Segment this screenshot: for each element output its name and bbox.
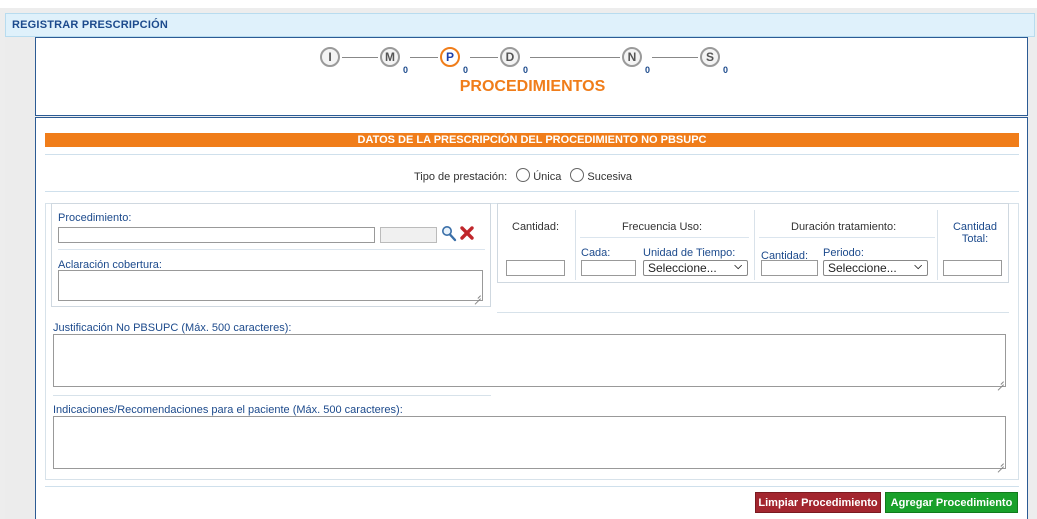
steps-panel: I M 0 P 0 D 0 N 0 S 0 PROCEDIMIENTOS: [35, 37, 1028, 116]
step-i[interactable]: I: [320, 47, 340, 67]
step-m-count: 0: [403, 65, 409, 75]
cantidad-label: Cantidad:: [512, 221, 560, 233]
step-connector: [470, 57, 498, 58]
step-m[interactable]: M: [380, 47, 400, 67]
unidad-tiempo-select[interactable]: Seleccione... ⌵: [643, 260, 748, 276]
step-d[interactable]: D: [500, 47, 520, 67]
delete-x-icon[interactable]: [459, 225, 475, 241]
resize-grip-icon[interactable]: [997, 460, 1004, 467]
radio-unica-label: Única: [533, 171, 562, 183]
periodo-label: Periodo:: [823, 247, 864, 259]
step-d-count: 0: [523, 65, 529, 75]
aclaracion-textarea[interactable]: [58, 270, 483, 301]
section-title: DATOS DE LA PRESCRIPCIÓN DEL PROCEDIMIEN…: [45, 133, 1019, 147]
procedimiento-input[interactable]: [58, 227, 375, 243]
divider: [497, 312, 1009, 313]
column-separator: [937, 210, 938, 280]
divider: [580, 237, 749, 238]
step-p[interactable]: P: [440, 47, 460, 67]
page-title: REGISTRAR PRESCRIPCIÓN: [12, 19, 168, 31]
cada-label: Cada:: [581, 247, 611, 259]
radio-sucesiva[interactable]: [570, 168, 585, 182]
periodo-select[interactable]: Seleccione... ⌵: [823, 260, 928, 276]
justificacion-textarea[interactable]: [53, 334, 1006, 387]
divider: [45, 154, 1019, 155]
tipo-prestacion-group: Tipo de prestación: Única Sucesiva: [414, 168, 632, 183]
frecuencia-box: Cantidad: Frecuencia Uso: Cada: Unidad d…: [497, 203, 1009, 283]
periodo-value: Seleccione...: [828, 261, 897, 275]
page-header: REGISTRAR PRESCRIPCIÓN: [5, 13, 1035, 37]
step-connector: [530, 57, 620, 58]
step-connector: [410, 57, 438, 58]
divider: [53, 395, 491, 396]
procedimiento-code-input[interactable]: [380, 227, 437, 243]
cantidad-total-label: Cantidad Total:: [952, 221, 998, 245]
chevron-down-icon: ⌵: [734, 261, 742, 272]
cantidad-total-input[interactable]: [943, 260, 1002, 276]
step-s-count: 0: [723, 65, 729, 75]
limpiar-procedimiento-button[interactable]: Limpiar Procedimiento: [755, 492, 881, 513]
frecuencia-uso-label: Frecuencia Uso:: [622, 221, 703, 233]
divider: [45, 486, 1019, 487]
radio-unica[interactable]: [516, 168, 531, 182]
column-separator: [754, 210, 755, 280]
left-margin: [5, 37, 35, 519]
chevron-down-icon: ⌵: [914, 261, 922, 272]
indicaciones-textarea[interactable]: [53, 416, 1006, 469]
procedimiento-label: Procedimiento:: [58, 212, 132, 224]
tipo-prestacion-label: Tipo de prestación:: [414, 171, 508, 183]
indicaciones-label: Indicaciones/Recomendaciones para el pac…: [53, 404, 403, 416]
cantidad-input[interactable]: [506, 260, 565, 276]
divider: [58, 249, 485, 250]
agregar-procedimiento-button[interactable]: Agregar Procedimiento: [885, 492, 1018, 513]
resize-grip-icon[interactable]: [474, 292, 481, 299]
cada-input[interactable]: [581, 260, 636, 276]
procedimiento-box: Procedimiento: Aclaración cobertura:: [51, 203, 491, 307]
step-p-count: 0: [463, 65, 469, 75]
step-n-count: 0: [645, 65, 651, 75]
unidad-tiempo-value: Seleccione...: [648, 261, 717, 275]
current-step-title: PROCEDIMIENTOS: [459, 78, 606, 95]
radio-sucesiva-label: Sucesiva: [587, 171, 633, 183]
unidad-tiempo-label: Unidad de Tiempo:: [643, 247, 736, 259]
step-connector: [652, 57, 698, 58]
search-icon[interactable]: [441, 224, 457, 242]
justificacion-label: Justificación No PBSUPC (Máx. 500 caract…: [53, 322, 292, 334]
divider: [759, 237, 935, 238]
resize-grip-icon[interactable]: [997, 378, 1004, 385]
duracion-cantidad-input[interactable]: [761, 260, 818, 276]
main-panel: DATOS DE LA PRESCRIPCIÓN DEL PROCEDIMIEN…: [35, 117, 1028, 519]
step-s[interactable]: S: [700, 47, 720, 67]
column-separator: [575, 210, 576, 280]
divider: [45, 191, 1019, 192]
step-n[interactable]: N: [622, 47, 642, 67]
duracion-label: Duración tratamiento:: [791, 221, 897, 233]
step-connector: [342, 57, 378, 58]
top-strip: [0, 0, 1037, 8]
